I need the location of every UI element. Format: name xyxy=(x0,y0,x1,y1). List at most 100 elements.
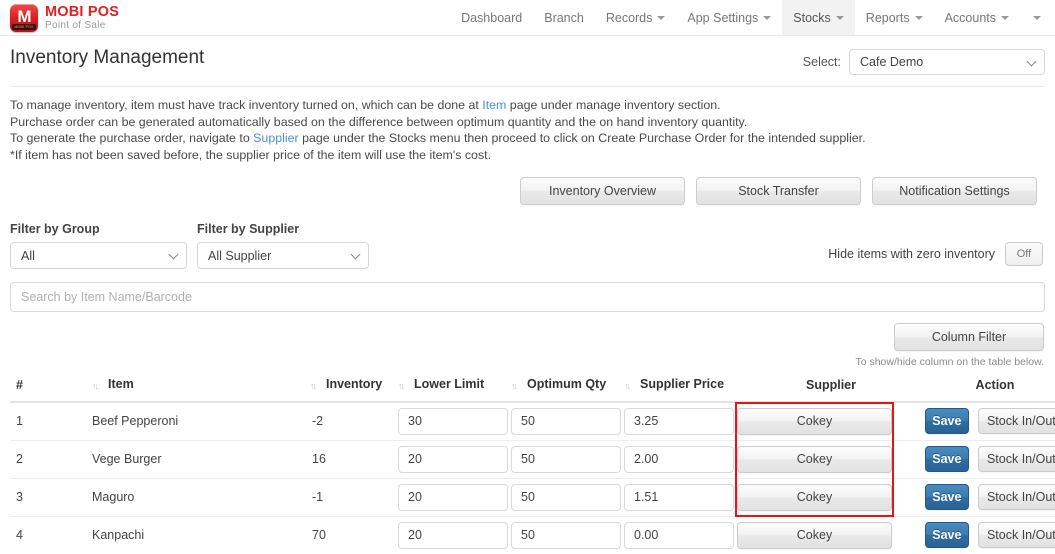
cell-item-name: Beef Pepperoni xyxy=(92,402,310,441)
nav-label: Accounts xyxy=(944,10,996,25)
nav-item-records[interactable]: Records xyxy=(595,0,677,35)
supplier-button[interactable]: Cokey xyxy=(737,483,892,511)
nav-item-accounts[interactable]: Accounts xyxy=(934,0,1020,35)
nav-label: Dashboard xyxy=(461,10,523,25)
save-button[interactable]: Save xyxy=(925,408,969,435)
branch-select[interactable]: Cafe Demo xyxy=(849,49,1045,75)
supplier-price-input[interactable] xyxy=(624,483,734,511)
hide-zero-inventory-control: Hide items with zero inventory Off xyxy=(828,242,1045,269)
cell-supplier-price xyxy=(624,478,737,517)
optimum-qty-input[interactable] xyxy=(511,407,621,435)
notification-settings-button[interactable]: Notification Settings xyxy=(872,177,1037,205)
cell-row-number: 2 xyxy=(10,440,92,479)
nav-item-stocks[interactable]: Stocks xyxy=(782,0,855,35)
cell-item-name: Vege Burger xyxy=(92,440,310,479)
item-link[interactable]: Item xyxy=(482,98,506,112)
nav-item-app-settings[interactable]: App Settings xyxy=(676,0,782,35)
inventory-table: # Item Inventory Lower Limit Optimum Qty… xyxy=(10,377,1055,554)
supplier-price-input[interactable] xyxy=(624,407,734,435)
cell-supplier: Cokey xyxy=(737,478,925,517)
save-button[interactable]: Save xyxy=(925,446,969,472)
lower-limit-input[interactable] xyxy=(398,407,508,435)
cell-action: Save Stock In/Out xyxy=(925,402,1055,441)
stock-transfer-button[interactable]: Stock Transfer xyxy=(696,177,861,205)
search-wrap xyxy=(10,282,1045,312)
nav-item-dashboard[interactable]: Dashboard xyxy=(450,0,533,35)
filter-supplier-label: Filter by Supplier xyxy=(197,222,300,236)
supplier-button[interactable]: Cokey xyxy=(737,445,892,473)
nav-item-branch[interactable]: Branch xyxy=(533,0,595,35)
nav-item-reports[interactable]: Reports xyxy=(855,0,934,35)
nav-label: Reports xyxy=(865,10,910,25)
lower-limit-input[interactable] xyxy=(398,483,508,511)
table-row: 3Maguro-1 Cokey Save Stock In/Out xyxy=(10,478,1055,517)
cell-optimum-qty xyxy=(511,402,624,441)
filter-supplier-select[interactable]: All Supplier xyxy=(197,242,369,269)
nav-label: App Settings xyxy=(687,10,759,25)
column-header-optimum-qty-label: Optimum Qty xyxy=(527,377,607,391)
save-button[interactable]: Save xyxy=(925,484,969,510)
cell-optimum-qty xyxy=(511,516,624,554)
column-header-optimum-qty[interactable]: Optimum Qty xyxy=(511,377,624,403)
brand-subtitle: Point of Sale xyxy=(45,20,106,32)
cell-inventory: 16 xyxy=(310,440,398,479)
nav-label: Stocks xyxy=(793,10,831,25)
description-line-3: To generate the purchase order, navigate… xyxy=(10,130,1045,147)
hide-zero-inventory-label: Hide items with zero inventory xyxy=(828,247,995,261)
supplier-price-input[interactable] xyxy=(624,521,734,549)
column-header-num[interactable]: # xyxy=(10,377,92,403)
column-header-inventory-label: Inventory xyxy=(326,377,383,391)
description-line-2: Purchase order can be generated automati… xyxy=(10,114,748,129)
optimum-qty-input[interactable] xyxy=(511,483,621,511)
column-header-supplier-price[interactable]: Supplier Price xyxy=(624,377,737,403)
sort-icon xyxy=(398,381,407,392)
filter-group-select[interactable]: All xyxy=(10,242,187,269)
logo-strip-label: MOBI POS xyxy=(12,23,36,30)
column-header-item-label: Item xyxy=(108,377,134,391)
description-text: page under the Stocks menu then proceed … xyxy=(298,131,866,145)
search-input[interactable] xyxy=(10,282,1045,312)
table-body: 1Beef Pepperoni-2CokeySaveStock In/Out2V… xyxy=(10,402,1055,554)
cell-row-number: 1 xyxy=(10,402,92,441)
optimum-qty-input[interactable] xyxy=(511,445,621,473)
lower-limit-input[interactable] xyxy=(398,521,508,549)
action-buttons: Save Stock In/Out xyxy=(925,408,1055,435)
cell-row-number: 3 xyxy=(10,478,92,517)
table-header-row: # Item Inventory Lower Limit Optimum Qty… xyxy=(10,377,1055,403)
supplier-price-input[interactable] xyxy=(624,445,734,473)
stock-in-out-button[interactable]: Stock In/Out xyxy=(977,408,1055,435)
cell-lower-limit xyxy=(398,478,511,517)
chevron-down-icon xyxy=(1033,15,1041,20)
filter-bar: Filter by Group All Filter by Supplier A… xyxy=(10,222,1045,269)
column-filter-button[interactable]: Column Filter xyxy=(894,323,1044,351)
nav-label: Branch xyxy=(544,10,584,25)
save-button[interactable]: Save xyxy=(925,522,969,548)
stock-in-out-button[interactable]: Stock In/Out xyxy=(977,522,1055,548)
mobipos-app-icon: M MOBI POS xyxy=(10,3,38,32)
cell-action: Save Stock In/Out xyxy=(925,478,1055,517)
cell-inventory: -1 xyxy=(310,478,398,517)
column-filter-hint: To show/hide column on the table below. xyxy=(855,356,1044,368)
lower-limit-input[interactable] xyxy=(398,445,508,473)
optimum-qty-input[interactable] xyxy=(511,521,621,549)
cell-lower-limit xyxy=(398,440,511,479)
hide-zero-inventory-toggle[interactable]: Off xyxy=(1005,242,1043,266)
column-header-inventory[interactable]: Inventory xyxy=(310,377,398,403)
stock-in-out-button[interactable]: Stock In/Out xyxy=(977,446,1055,472)
inventory-overview-button[interactable]: Inventory Overview xyxy=(520,177,685,205)
column-header-action-label: Action xyxy=(975,378,1015,392)
nav-items: Dashboard Branch Records App Settings St… xyxy=(450,0,1055,35)
supplier-link[interactable]: Supplier xyxy=(253,131,298,145)
brand-title: MOBI POS xyxy=(45,3,120,20)
cell-lower-limit xyxy=(398,402,511,441)
column-header-item[interactable]: Item xyxy=(92,377,310,403)
filter-supplier-value: All Supplier xyxy=(208,248,272,263)
nav-item-user-menu[interactable] xyxy=(1020,0,1055,35)
brand-logo[interactable]: M MOBI POS MOBI POS Point of Sale xyxy=(0,0,119,35)
column-header-lower-limit[interactable]: Lower Limit xyxy=(398,377,511,403)
supplier-button[interactable]: Cokey xyxy=(737,521,892,549)
supplier-button[interactable]: Cokey xyxy=(737,407,892,435)
page-title: Inventory Management xyxy=(10,47,205,68)
stock-in-out-button[interactable]: Stock In/Out xyxy=(977,484,1055,510)
chevron-down-icon xyxy=(657,15,666,20)
